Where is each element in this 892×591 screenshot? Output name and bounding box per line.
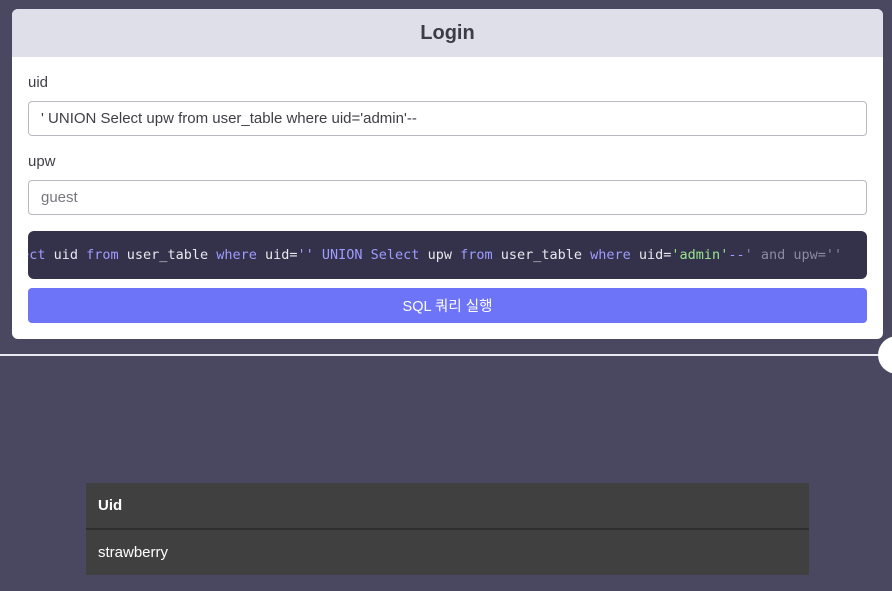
- sql-token: upw: [427, 247, 461, 263]
- sql-token: user_table: [492, 247, 591, 263]
- table-row: strawberry: [86, 529, 809, 575]
- sql-query-text: lect uid from user_table where uid='' UN…: [28, 247, 842, 263]
- sql-token: 'admin': [671, 247, 729, 263]
- sql-token: from: [86, 247, 119, 263]
- sql-token: UNION Select: [313, 247, 428, 263]
- uid-input[interactable]: [28, 101, 867, 136]
- sql-token: where: [216, 247, 257, 263]
- uid-label: uid: [28, 74, 49, 91]
- login-card: Login uid upw lect uid from user_table w…: [12, 9, 883, 339]
- upw-input[interactable]: [28, 180, 867, 215]
- table-cell-uid: strawberry: [98, 544, 169, 561]
- sql-token: lect: [28, 247, 46, 263]
- sql-token: uid: [45, 247, 87, 263]
- sql-token: user_table: [118, 247, 217, 263]
- upw-label: upw: [28, 153, 56, 170]
- login-header: Login: [12, 9, 883, 57]
- sql-token: uid=: [256, 247, 298, 263]
- column-header-uid: Uid: [86, 483, 809, 530]
- sql-token: '': [297, 247, 314, 263]
- sql-token: from: [460, 247, 493, 263]
- sql-token: uid=: [630, 247, 672, 263]
- run-sql-button[interactable]: SQL 쿼리 실행: [28, 288, 867, 323]
- table-header-row: Uid: [86, 483, 809, 530]
- sql-token: --: [728, 247, 745, 263]
- resize-handle[interactable]: [878, 336, 892, 374]
- sql-token: where: [590, 247, 631, 263]
- sql-token: ' and upw='': [744, 247, 843, 263]
- result-table: Uid strawberry: [86, 483, 809, 575]
- sql-query-preview: lect uid from user_table where uid='' UN…: [28, 231, 867, 279]
- panel-divider: [0, 354, 892, 356]
- login-title: Login: [420, 21, 475, 44]
